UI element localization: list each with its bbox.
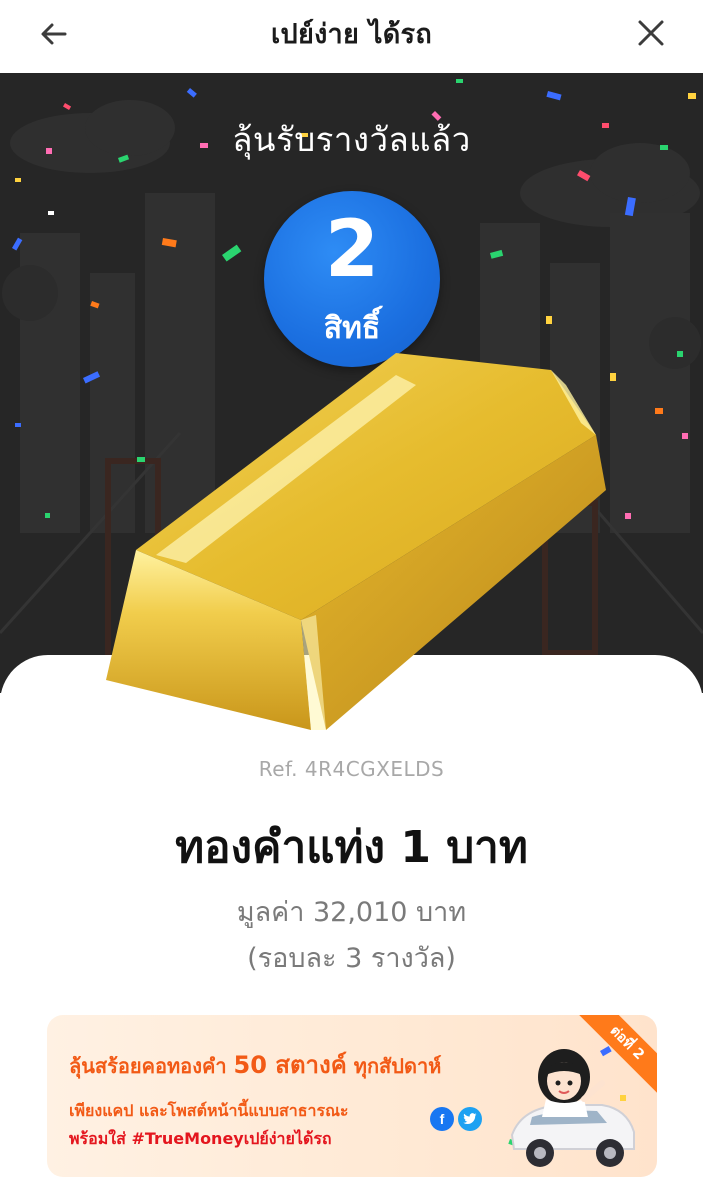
twitter-icon[interactable]: [458, 1107, 482, 1131]
promo-headline-pre: ลุ้นสร้อยคอทองคำ: [69, 1054, 227, 1078]
prize-name: ทองคำแท่ง 1 บาท: [175, 822, 528, 873]
entries-badge: 2 สิทธิ์: [264, 191, 440, 367]
promo-hashtag: พร้อมใส่ #TrueMoneyเปย์ง่ายได้รถ: [69, 1129, 332, 1148]
gold-bar-image: [106, 353, 606, 730]
prize-round-info: (รอบละ 3 รางวัล): [247, 943, 456, 974]
promo-instruction: เพียงแคป และโพสต์หน้านี้แบบสาธารณะ: [69, 1101, 349, 1120]
top-bar: เปย์ง่าย ได้รถ: [0, 0, 703, 73]
hero-title: ลุ้นรับรางวัลแล้ว: [232, 120, 471, 159]
promo-headline-post: ทุกสัปดาห์: [353, 1054, 442, 1078]
promo-headline: ลุ้นสร้อยคอทองคำ 50 สตางค์ ทุกสัปดาห์: [69, 1045, 441, 1084]
close-icon: [638, 20, 664, 46]
prize-value: มูลค่า 32,010 บาท: [236, 897, 467, 928]
entries-count: 2: [324, 205, 380, 295]
facebook-icon[interactable]: f: [430, 1107, 454, 1131]
page-title: เปย์ง่าย ได้รถ: [270, 19, 432, 50]
reference-code: Ref. 4R4CGXELDS: [258, 757, 445, 781]
social-icons: f: [430, 1107, 482, 1131]
twitter-bird-glyph: [463, 1113, 477, 1124]
close-button[interactable]: [630, 12, 672, 54]
promo-banner[interactable]: ลุ้นสร้อยคอทองคำ 50 สตางค์ ทุกสัปดาห์ เพ…: [47, 1015, 657, 1177]
promo-headline-highlight: 50 สตางค์: [233, 1051, 347, 1079]
